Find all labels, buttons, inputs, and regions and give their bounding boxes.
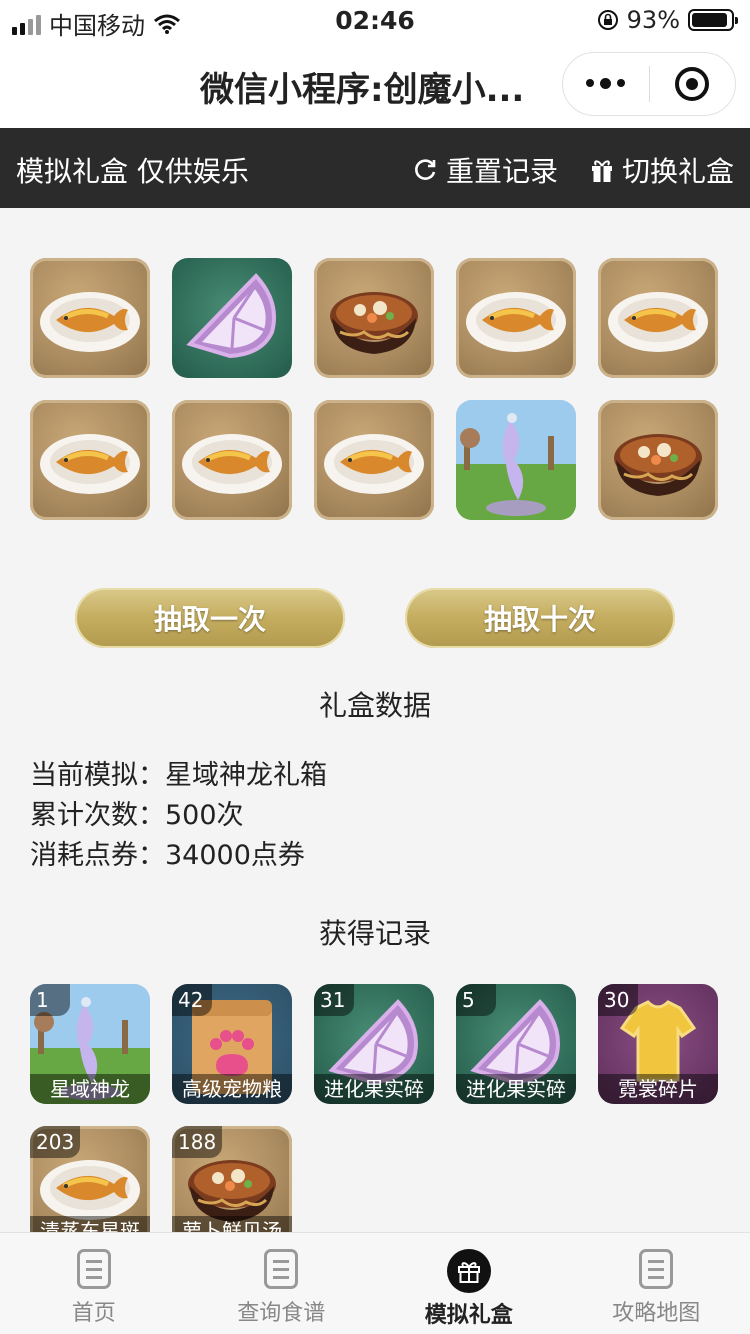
tab-giftbox[interactable]: 模拟礼盒 (375, 1233, 563, 1334)
doc-icon (639, 1249, 674, 1289)
draw-ten-button[interactable]: 抽取十次 (405, 588, 675, 648)
soup-bowl-result-tile (314, 258, 434, 378)
tab-label: 首页 (71, 1301, 116, 1326)
record-count: 5 (456, 984, 496, 1016)
gift-icon (592, 160, 612, 182)
fish-dish-result-tile (456, 258, 576, 378)
stat-current-value: 星域神龙礼箱 (165, 760, 327, 791)
stat-count: 累计次数：500次 (30, 796, 327, 836)
battery-percent: 93% (626, 6, 680, 34)
record-item: 42 高级宠物粮 (172, 984, 292, 1104)
fish-dish-result-tile (30, 400, 150, 520)
switch-giftbox-label: 切换礼盒 (622, 155, 735, 188)
records-title: 获得记录 (318, 917, 431, 950)
stat-cost: 消耗点券：34000点券 (30, 836, 327, 876)
record-item: 188 萝卜鲜贝汤 (172, 1126, 292, 1246)
close-target-icon (675, 67, 710, 101)
close-button[interactable] (650, 67, 736, 101)
doc-icon (76, 1249, 111, 1289)
gift-icon (446, 1249, 491, 1293)
more-dot-icon (586, 79, 595, 87)
stat-count-label: 累计次数： (30, 800, 165, 831)
record-item: 30 霓裳碎片 (598, 984, 718, 1104)
gift-header: 模拟礼盒 仅供娱乐 重置记录 切换礼盒 (0, 128, 750, 208)
tab-label: 查询食谱 (237, 1301, 326, 1326)
fish-dish-result-tile (30, 258, 150, 378)
stat-cost-label: 消耗点券： (30, 840, 165, 871)
tab-map[interactable]: 攻略地图 (563, 1233, 750, 1334)
more-dot-icon (617, 79, 626, 87)
evolution-fruit-result-tile (172, 258, 292, 378)
header-title: 模拟礼盒 仅供娱乐 (16, 155, 249, 188)
record-count: 31 (314, 984, 354, 1016)
stat-current: 当前模拟：星域神龙礼箱 (30, 756, 327, 796)
doc-icon (264, 1249, 299, 1289)
record-item: 1 星域神龙 (30, 984, 150, 1104)
refresh-icon (415, 159, 436, 180)
record-count: 203 (30, 1126, 81, 1158)
rotation-lock-icon (597, 10, 618, 30)
record-item: 31 进化果实碎 (314, 984, 434, 1104)
record-name: 进化果实碎 (456, 1074, 576, 1104)
fish-dish-result-tile (598, 258, 718, 378)
switch-giftbox-button[interactable]: 切换礼盒 (590, 150, 734, 190)
tab-recipes[interactable]: 查询食谱 (188, 1233, 376, 1334)
record-count: 30 (598, 984, 638, 1016)
record-item: 5 进化果实碎 (456, 984, 576, 1104)
record-item: 203 清蒸东星斑 (30, 1126, 150, 1246)
fish-dish-result-tile (314, 400, 434, 520)
dragon-scene-result-tile (456, 400, 576, 520)
record-count: 42 (172, 984, 212, 1016)
reset-record-label: 重置记录 (446, 155, 559, 188)
stats-panel: 当前模拟：星域神龙礼箱 累计次数：500次 消耗点券：34000点券 (30, 756, 327, 876)
record-count: 188 (172, 1126, 223, 1158)
stat-cost-value: 34000点券 (165, 840, 305, 871)
soup-bowl-result-tile (598, 400, 718, 520)
tab-home[interactable]: 首页 (0, 1233, 188, 1334)
draw-once-button[interactable]: 抽取一次 (75, 588, 345, 648)
tab-label: 攻略地图 (612, 1301, 701, 1326)
battery-icon (688, 9, 738, 31)
record-count: 1 (30, 984, 70, 1016)
reset-record-button[interactable]: 重置记录 (412, 150, 558, 190)
nav-bar: 微信小程序:创魔小... (0, 42, 750, 128)
record-name: 霓裳碎片 (598, 1074, 718, 1104)
record-name: 进化果实碎 (314, 1074, 434, 1104)
record-name: 星域神龙 (30, 1074, 150, 1104)
more-button[interactable] (563, 78, 649, 89)
status-right: 93% (597, 6, 738, 34)
stat-current-label: 当前模拟： (30, 760, 165, 791)
tab-label: 模拟礼盒 (424, 1303, 513, 1328)
stats-title: 礼盒数据 (318, 689, 431, 722)
capsule-menu (562, 52, 736, 116)
stat-count-value: 500次 (165, 800, 244, 831)
page-title: 微信小程序:创魔小... (200, 70, 525, 110)
tab-bar: 首页 查询食谱 模拟礼盒 攻略地图 (0, 1232, 750, 1334)
record-name: 高级宠物粮 (172, 1074, 292, 1104)
fish-dish-result-tile (172, 400, 292, 520)
status-bar: 中国移动 02:46 93% (0, 0, 750, 42)
more-dot-icon (600, 78, 612, 89)
